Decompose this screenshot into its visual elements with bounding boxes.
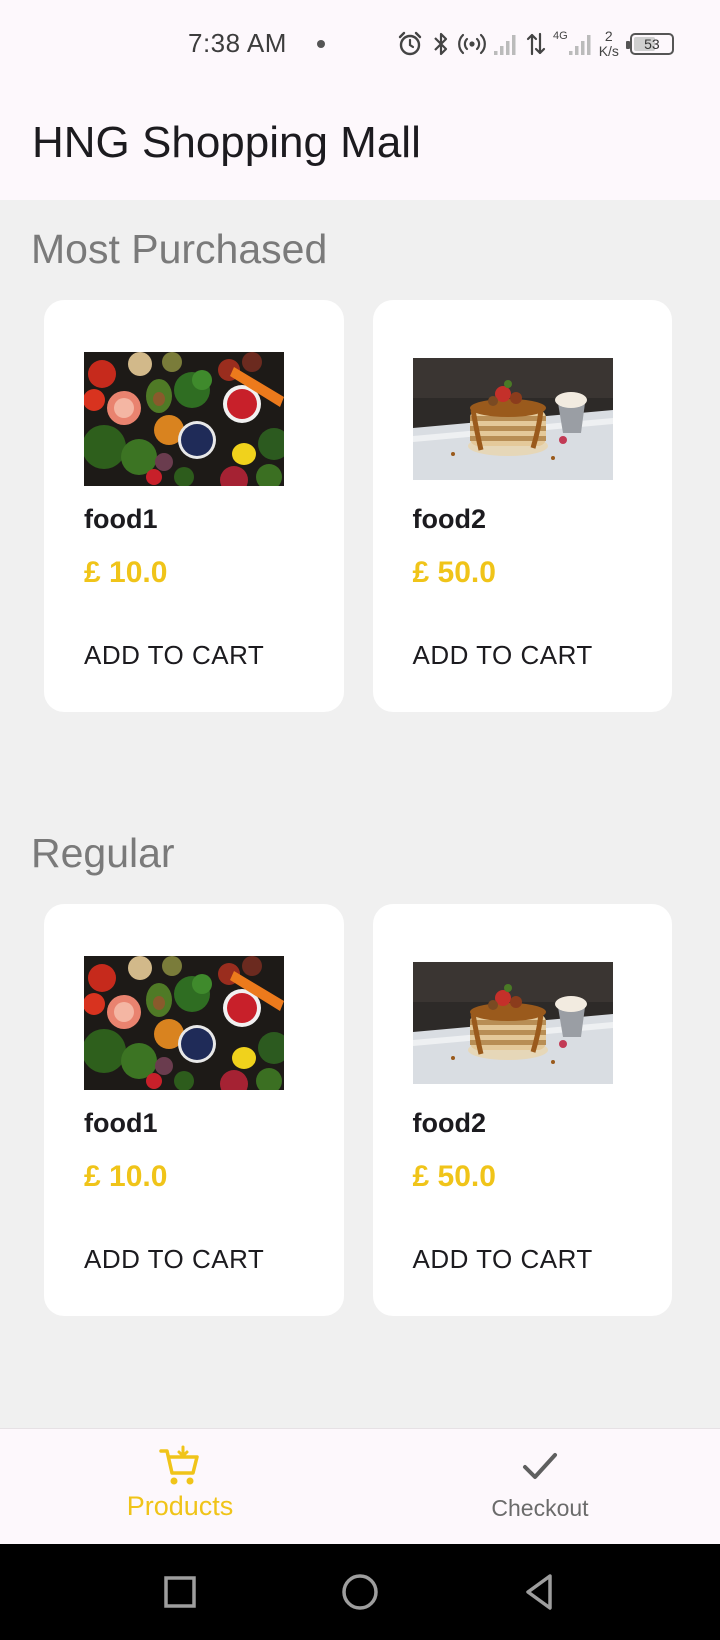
status-bar: 7:38 AM 4G 2 K/s 53 [0,0,720,90]
speed-unit: K/s [598,43,619,59]
most-purchased-row: food1 £ 10.0 ADD TO CART food2 £ 50.0 AD… [44,300,672,712]
pancakes-image [412,962,613,1084]
product-card: food2 £ 50.0 ADD TO CART [372,300,672,712]
speed-value: 2 [604,28,613,44]
notification-dot [317,40,325,48]
alarm-icon [396,30,424,58]
product-name: food2 [412,504,487,534]
recents-icon[interactable] [156,1568,204,1616]
product-name: food2 [412,1108,487,1138]
product-price: £ 50.0 [412,1160,496,1193]
product-name: food1 [84,504,158,534]
home-icon[interactable] [336,1568,384,1616]
bluetooth-icon [431,30,451,58]
back-icon[interactable] [516,1568,564,1616]
battery-level: 53 [644,36,660,52]
system-navigation-bar [0,1544,720,1640]
hotspot-icon [458,30,486,58]
app-bar: HNG Shopping Mall [0,90,720,200]
add-to-cart-button[interactable]: ADD TO CART [84,640,264,671]
vegetables-image [84,956,284,1090]
product-price: £ 10.0 [84,556,168,589]
pancakes-image [412,358,613,480]
add-to-cart-button[interactable]: ADD TO CART [413,640,593,671]
add-to-cart-button[interactable]: ADD TO CART [413,1244,593,1275]
nav-item-products[interactable]: Products [60,1429,300,1545]
vegetables-image [84,352,284,486]
check-icon [523,1453,557,1479]
product-card: food2 £ 50.0 ADD TO CART [372,904,672,1316]
product-card: food1 £ 10.0 ADD TO CART [44,300,344,712]
nav-label-products: Products [126,1491,234,1521]
product-price: £ 50.0 [412,556,496,589]
page-title: HNG Shopping Mall [32,118,421,167]
signal-icon [493,31,519,57]
regular-row: food1 £ 10.0 ADD TO CART food2 £ 50.0 AD… [44,904,672,1316]
data-transfer-icon [526,30,546,58]
product-name: food1 [84,1108,158,1138]
status-time: 7:38 AM [188,28,287,58]
nav-item-checkout[interactable]: Checkout [420,1429,660,1545]
bottom-navigation: Products Checkout [0,1428,720,1544]
cart-icon [159,1445,199,1485]
battery-icon: 53 [625,33,674,55]
section-title-most-purchased: Most Purchased [31,226,328,272]
network-type: 4G [553,30,592,57]
network-speed: 2 K/s [599,29,619,59]
status-icons: 4G 2 K/s 53 [396,26,674,62]
add-to-cart-button[interactable]: ADD TO CART [84,1244,264,1275]
section-title-regular: Regular [31,830,175,876]
product-price: £ 10.0 [84,1160,168,1193]
product-card: food1 £ 10.0 ADD TO CART [44,904,344,1316]
nav-label-checkout: Checkout [491,1495,589,1521]
